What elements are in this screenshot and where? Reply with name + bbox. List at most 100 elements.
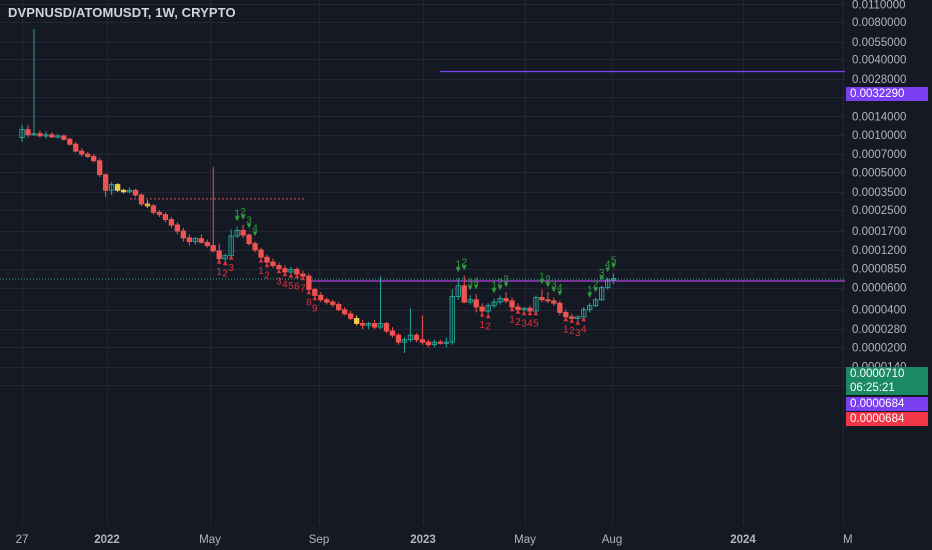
candle xyxy=(365,321,372,330)
sequence-marker: ▼ xyxy=(546,281,551,288)
sequence-marker: ▼ xyxy=(504,281,509,288)
candle xyxy=(473,294,479,313)
candle-body xyxy=(330,301,336,305)
candle-body xyxy=(425,341,432,346)
candle-body xyxy=(49,134,55,138)
candle-body xyxy=(389,330,396,336)
candle-body xyxy=(342,309,348,315)
candle-body xyxy=(144,203,151,207)
sequence-marker: ▲ xyxy=(307,288,312,295)
candle-body xyxy=(371,323,378,328)
candle xyxy=(497,295,503,305)
y-tick-label: 0.0000200 xyxy=(852,342,906,354)
candle xyxy=(156,210,163,218)
candle xyxy=(43,131,49,139)
candle xyxy=(467,295,473,305)
candle xyxy=(395,333,402,345)
level-price-badge: 0.0000684 xyxy=(846,397,928,411)
sequence-marker: ▼ xyxy=(462,264,467,271)
sequence-marker: ▲ xyxy=(301,275,306,282)
candle xyxy=(593,297,599,307)
candle-body xyxy=(551,300,557,304)
candle-body xyxy=(186,237,192,243)
x-tick-label: Aug xyxy=(602,534,622,546)
candle xyxy=(37,130,43,138)
candle-body xyxy=(419,339,426,343)
sequence-marker: ▲ xyxy=(581,315,586,322)
sequence-label: 4 xyxy=(581,324,587,335)
candle-body xyxy=(168,219,175,226)
candle xyxy=(67,137,73,146)
sequence-marker: ▲ xyxy=(486,312,491,319)
candle xyxy=(545,292,551,304)
candle xyxy=(413,333,420,343)
x-tick-label: May xyxy=(514,534,536,546)
y-tick-label: 0.0002500 xyxy=(852,205,906,217)
y-tick-label: 0.0007000 xyxy=(852,149,906,161)
x-tick-label: Sep xyxy=(309,534,329,546)
candle xyxy=(383,321,390,334)
sequence-marker: ▼ xyxy=(552,287,557,294)
candle xyxy=(587,303,593,313)
y-tick-label: 0.0080000 xyxy=(852,17,906,29)
sequence-label: 7 xyxy=(300,284,306,295)
y-tick-label: 0.0000400 xyxy=(852,305,906,317)
candle-body xyxy=(180,230,187,239)
y-tick-label: 0.0014000 xyxy=(852,111,906,123)
sequence-marker: ▲ xyxy=(516,308,521,315)
sequence-marker: ▲ xyxy=(295,272,300,279)
bar-countdown-badge: 06:25:21 xyxy=(846,381,928,395)
candle-body xyxy=(240,229,246,236)
sequence-marker: ▼ xyxy=(587,292,592,299)
candle xyxy=(180,227,187,242)
sequence-marker: ▼ xyxy=(468,284,473,291)
price-axis[interactable]: 0.0110000 0.0080000 0.0055000 0.0040000 0.00… xyxy=(852,0,906,392)
candle xyxy=(539,289,545,303)
candle-body xyxy=(318,294,324,301)
candle-body xyxy=(174,224,181,232)
x-tick-label: 2024 xyxy=(730,534,756,546)
candle-body xyxy=(348,313,354,319)
candle xyxy=(49,132,55,139)
sequence-marker: ▼ xyxy=(492,288,497,295)
candle xyxy=(162,212,169,223)
y-tick-label: 0.0110000 xyxy=(852,0,906,11)
sequence-marker: ▲ xyxy=(480,311,485,318)
candle-body xyxy=(37,133,43,137)
sequence-label: 2 xyxy=(264,270,270,281)
candle-body xyxy=(210,245,216,252)
y-tick-label: 0.0000850 xyxy=(852,264,906,276)
candle-body xyxy=(395,334,402,343)
candle xyxy=(246,233,252,246)
sequence-label: 5 xyxy=(533,318,539,329)
candle xyxy=(377,276,384,330)
candle-body xyxy=(545,299,551,302)
sequence-marker: ▲ xyxy=(259,257,264,264)
candle xyxy=(85,151,91,159)
candle xyxy=(198,234,204,244)
chart-window[interactable]: 1 ▼ 2 ▼ 3 ▼ 4 ▼ 1 ▲ 2 ▲ 3 ▲ 1 ▲ 2 ▲ 3 ▲ 4 ▲ 5 ▲ 6 ▲ 7 ▲ 8 ▲ 9 ▲ 1 ▼ 2 ▼ 3 ▼ 4 ▼… xyxy=(0,0,932,550)
y-tick-label: 0.0005000 xyxy=(852,167,906,179)
candle-body xyxy=(270,261,276,267)
x-tick-label: 2023 xyxy=(410,534,436,546)
candle xyxy=(449,289,455,345)
candle xyxy=(389,327,396,338)
candle-body xyxy=(557,302,563,313)
candle xyxy=(425,339,432,348)
sequence-marker: ▼ xyxy=(605,267,610,274)
candle-body xyxy=(150,205,157,213)
candle xyxy=(73,141,79,153)
time-axis[interactable]: 27 2022 May Sep 2023 May Aug 2024 M xyxy=(16,534,853,546)
candle xyxy=(324,297,330,305)
sequence-marker: ▲ xyxy=(534,309,539,316)
candle xyxy=(144,200,151,208)
candle-body xyxy=(539,297,545,301)
candle xyxy=(108,181,115,195)
chart-canvas[interactable]: 1▼2▼ 3▼ 4▼1▲2▲3▲1▲2▲3▲4▲5▲6▲7▲8▲9▲1▼2▼3▼4▼… xyxy=(0,0,932,550)
candle-body xyxy=(437,341,443,344)
candle-body xyxy=(120,189,127,193)
sequence-marker: ▼ xyxy=(474,283,479,290)
sequence-marker: ▲ xyxy=(277,268,282,275)
sequence-marker: ▼ xyxy=(558,290,563,297)
candle-body xyxy=(25,129,31,136)
